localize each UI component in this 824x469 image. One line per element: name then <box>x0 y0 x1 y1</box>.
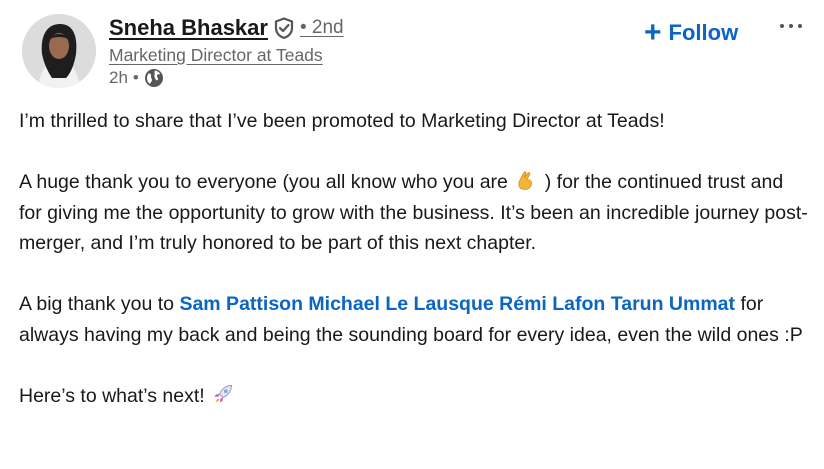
follow-button[interactable]: + Follow <box>644 16 739 49</box>
mention-link[interactable]: Tarun Ummat <box>611 293 735 315</box>
author-headline[interactable]: Marketing Director at Teads <box>109 45 323 66</box>
post-paragraph: I’m thrilled to share that I’ve been pro… <box>19 106 809 137</box>
ellipsis-icon <box>789 24 793 28</box>
mention-link[interactable]: Michael Le Lausque <box>308 293 493 315</box>
globe-icon <box>144 68 164 88</box>
post-text: A huge thank you to everyone (you all kn… <box>19 171 508 193</box>
plus-icon: + <box>644 16 662 49</box>
connection-degree: • 2nd <box>299 17 344 38</box>
post-text: A big thank you to <box>19 293 175 315</box>
author-name-row: Sneha Bhaskar • 2nd <box>109 15 344 41</box>
post-paragraph: A big thank you to Sam Pattison Michael … <box>19 289 809 350</box>
post-meta: 2h • <box>109 68 164 88</box>
crossed-fingers-emoji <box>515 169 537 191</box>
ellipsis-icon <box>798 24 802 28</box>
avatar-photo <box>22 14 96 88</box>
mention-link[interactable]: Sam Pattison <box>179 293 303 315</box>
post-line: I’m thrilled to share that I’ve been pro… <box>19 110 665 132</box>
meta-separator: • <box>132 68 139 87</box>
follow-label: Follow <box>668 20 739 45</box>
post-paragraph: Here’s to what’s next! <box>19 381 809 412</box>
author-avatar[interactable] <box>22 14 96 88</box>
post-time: 2h <box>109 68 128 87</box>
post-text: Here’s to what’s next! <box>19 384 205 407</box>
author-name[interactable]: Sneha Bhaskar <box>109 15 268 41</box>
ellipsis-icon <box>780 24 784 28</box>
mention-link[interactable]: Rémi Lafon <box>499 293 605 315</box>
post-paragraph: A huge thank you to everyone (you all kn… <box>19 167 809 259</box>
post-body: I’m thrilled to share that I’ve been pro… <box>19 106 809 442</box>
rocket-emoji <box>212 383 234 405</box>
more-options-button[interactable] <box>774 14 808 40</box>
verified-shield-icon <box>274 17 294 39</box>
post-header: Sneha Bhaskar • 2nd Marketing Director a… <box>20 12 810 92</box>
